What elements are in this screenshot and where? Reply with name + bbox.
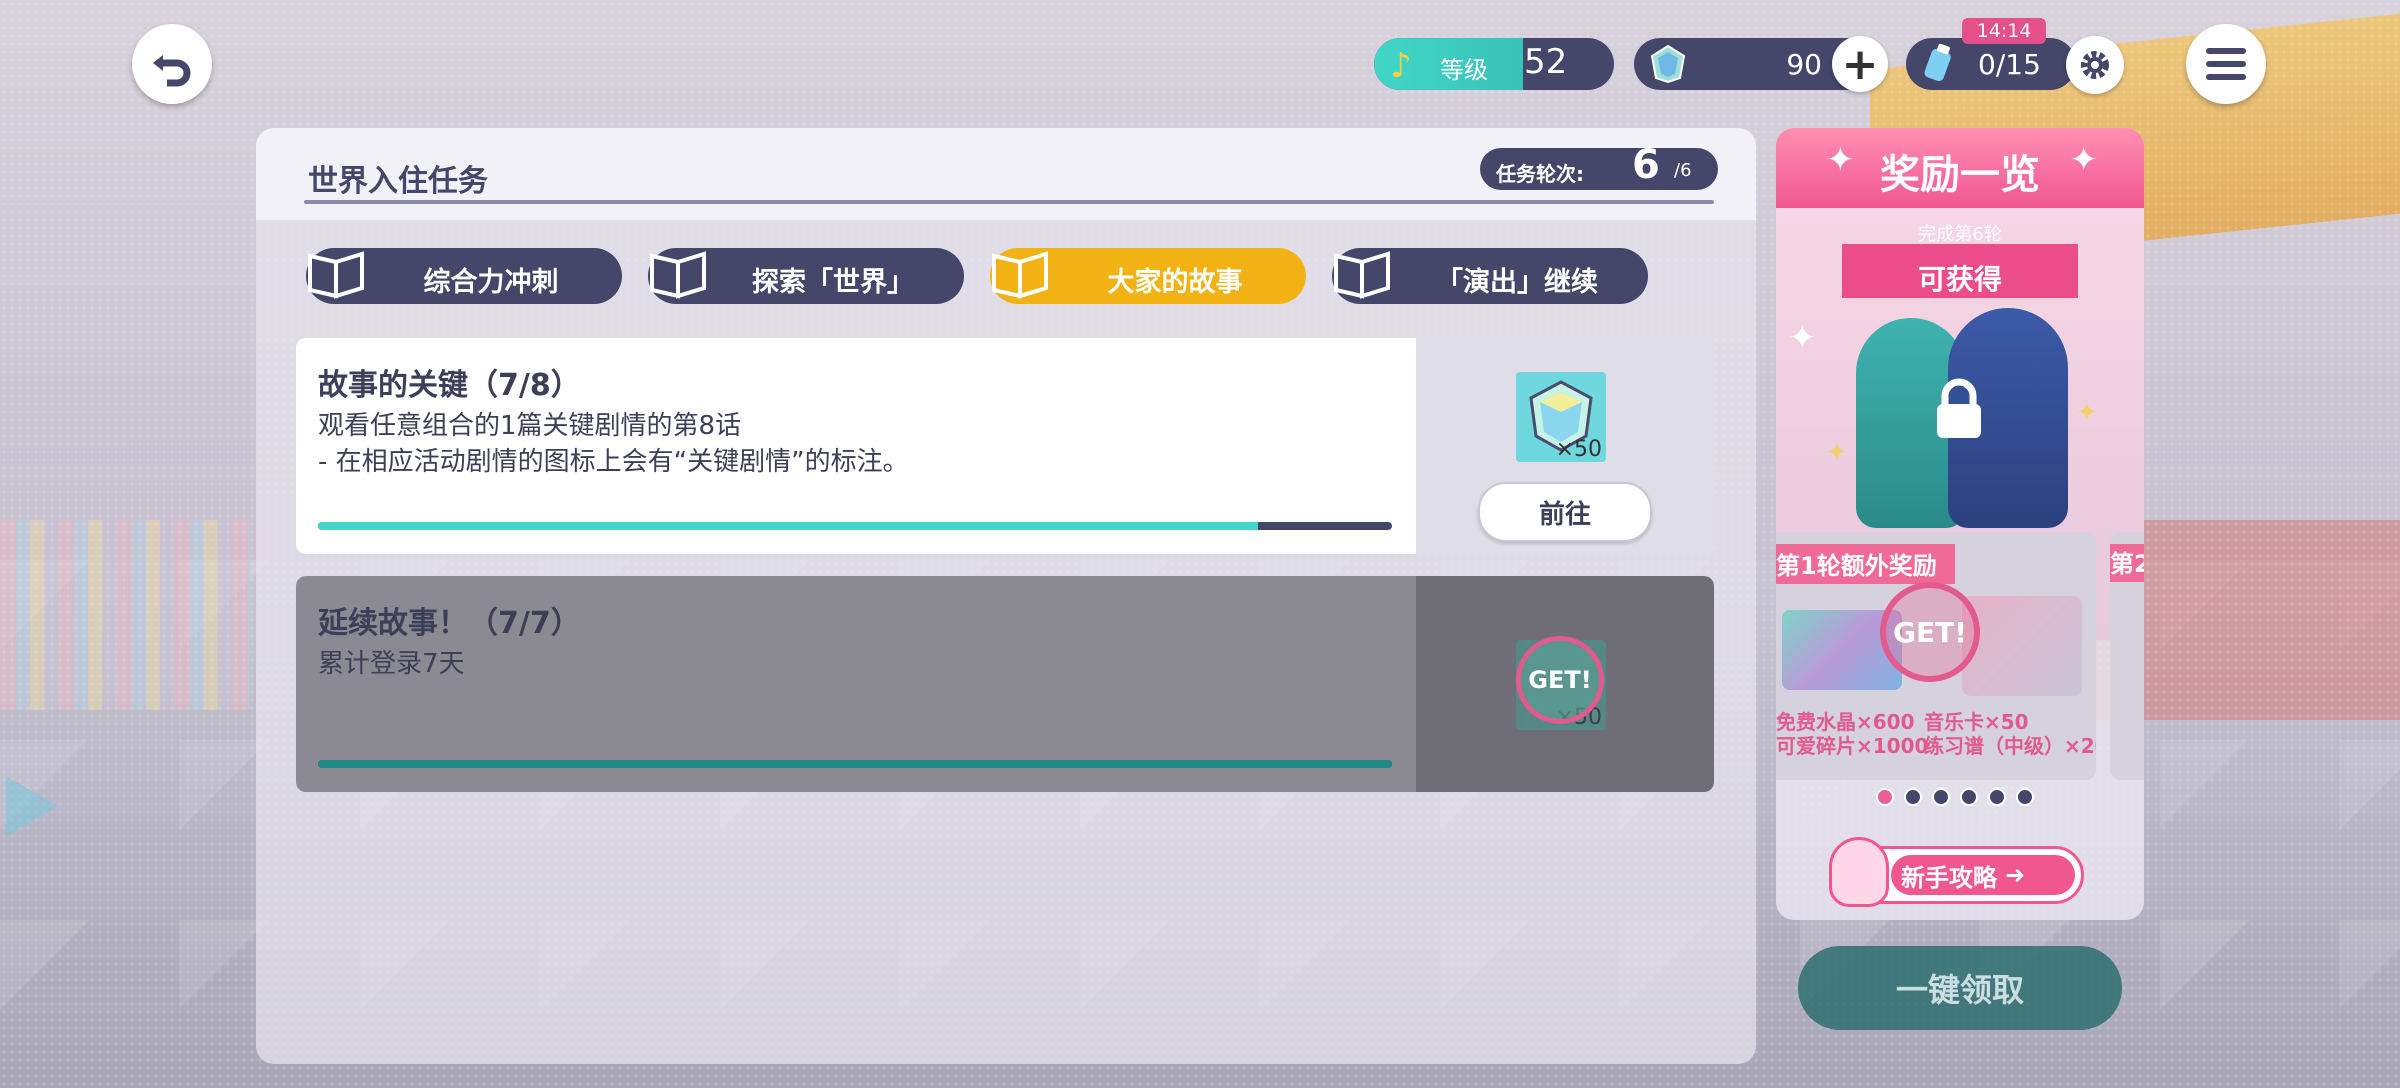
header-divider [304,200,1714,204]
level-label: 等级 [1440,56,1488,84]
task-reward: ×50 前往 [1416,338,1714,554]
sparkle-icon: ✦ [2069,140,2099,180]
score-card-icon [1962,596,2082,696]
task-title: 故事的关键（7/8） [318,368,581,403]
ribbon-subtitle: 完成第6轮 [1918,224,2002,245]
extra-reward-card[interactable]: 第1轮额外奖励 GET! 免费水晶×600 可爱碎片×1000 音乐卡×50 练… [1776,532,2096,780]
sparkle-icon: ✦ [2076,398,2098,428]
tab-label: 「演出」继续 [1436,267,1598,298]
reward-list-header: ✦ 奖励一览 ✦ [1776,128,2144,208]
task-progress-fill [318,760,1392,768]
reward-quantity: ×50 [1555,437,1602,462]
tab-everyones-story[interactable]: 大家的故事 [990,248,1306,304]
task-description: 累计登录7天 [318,646,465,682]
energy-recover-time: 14:14 [1962,18,2046,44]
tab-explore-world[interactable]: 探索「世界」 [648,248,964,304]
carousel-dot[interactable] [1960,788,1978,806]
ribbon-title: 可获得 [1917,263,2002,296]
task-info: 延续故事！（7/7） 累计登录7天 [296,576,1416,792]
mission-round-counter: 任务轮次: 6 /6 [1480,142,1718,190]
get-stamp-icon: GET! [1516,636,1604,724]
back-button[interactable] [132,24,212,104]
reward-ribbon: 完成第6轮 可获得 [1842,224,2078,298]
energy-counter: 0/15 [1906,38,2076,90]
carousel-dot[interactable] [1988,788,2006,806]
mascot-icon [1829,837,1889,907]
settings-button[interactable] [2066,36,2124,94]
carousel-dot[interactable] [1904,788,1922,806]
hamburger-icon [2206,48,2246,80]
extra-reward-card[interactable]: 第2 [2110,532,2144,780]
task-card: 故事的关键（7/8） 观看任意组合的1篇关键剧情的第8话 - 在相应活动剧情的图… [296,338,1714,554]
task-desc-line: - 在相应活动剧情的图标上会有“关键剧情”的标注。 [318,447,909,477]
mission-panel: 世界入住任务 任务轮次: 6 /6 综合力冲刺 探索「世界」 大家的故事 「演出… [256,128,1756,1064]
book-icon [650,251,706,299]
page-title: 世界入住任务 [308,164,488,199]
claim-all-button[interactable]: 一键领取 [1798,946,2122,1030]
level-indicator: ♪ 等级 52 [1374,38,1614,90]
guide-button-inner: 新手攻略 ➜ [1891,855,2075,895]
carousel-dot[interactable] [1876,788,1894,806]
task-desc-line: 观看任意组合的1篇关键剧情的第8话 [318,411,742,441]
tab-label: 探索「世界」 [752,267,914,298]
energy-value: 0/15 [1978,48,2041,81]
panel-header: 世界入住任务 任务轮次: 6 /6 [256,128,1756,220]
task-progress-fill [318,522,1258,530]
task-progress-bar [318,760,1392,768]
back-arrow-icon [153,55,191,87]
plus-icon: + [1841,38,1879,90]
book-icon [992,251,1048,299]
music-note-icon: ♪ [1390,46,1412,86]
task-description: 观看任意组合的1篇关键剧情的第8话 - 在相应活动剧情的图标上会有“关键剧情”的… [318,408,909,480]
carousel-dot[interactable] [2016,788,2034,806]
carousel-dots [1876,788,2034,806]
reward-item-text: 练习谱（中级）×20 [1924,734,2096,758]
round-label: 任务轮次: [1496,162,1584,186]
task-info: 故事的关键（7/8） 观看任意组合的1篇关键剧情的第8话 - 在相应活动剧情的图… [296,338,1416,554]
level-value: 52 [1524,42,1568,82]
tab-live-continue[interactable]: 「演出」继续 [1332,248,1648,304]
arrow-right-icon: ➜ [2005,861,2026,889]
tab-label: 大家的故事 [1107,267,1243,298]
round-total: /6 [1674,160,1692,181]
beginner-guide-button[interactable]: 新手攻略 ➜ [1829,837,2084,907]
menu-button[interactable] [2186,24,2266,104]
task-reward: ×50 GET! [1416,576,1714,792]
extra-reward-tag: 第2 [2110,544,2144,582]
crystal-value: 90 [1786,48,1822,81]
task-desc-line: 累计登录7天 [318,649,465,679]
task-progress-bar [318,522,1392,530]
lock-icon [1937,378,1981,438]
energy-bottle-icon [1924,44,1951,82]
round-current: 6 [1632,142,1660,188]
gear-icon [2081,51,2109,79]
reward-item-text: 可爱碎片×1000 [1776,734,1929,758]
guide-label: 新手攻略 [1901,863,1997,892]
crystal-reward-icon: ×50 [1516,372,1606,462]
left-arrow-icon[interactable] [6,776,58,836]
tab-power-sprint[interactable]: 综合力冲刺 [306,248,622,304]
crystal-icon [1650,44,1686,84]
book-icon [1334,251,1390,299]
task-card: 延续故事！（7/7） 累计登录7天 ×50 GET! [296,576,1714,792]
sparkle-icon: ✦ [1788,318,1817,358]
go-button[interactable]: 前往 [1478,482,1652,542]
tab-label: 综合力冲刺 [423,267,559,298]
add-crystal-button[interactable]: + [1832,36,1888,92]
book-icon [308,251,364,299]
sparkle-icon: ✦ [1826,438,1848,468]
reward-list-panel: ✦ 奖励一览 ✦ 完成第6轮 可获得 ✦ ✦ ✦ 第1轮额外奖励 GET! 免费… [1776,128,2144,920]
get-stamp-icon: GET! [1880,582,1980,682]
task-title: 延续故事！（7/7） [318,606,581,641]
carousel-dot[interactable] [1932,788,1950,806]
extra-reward-tag: 第1轮额外奖励 [1776,544,1955,584]
